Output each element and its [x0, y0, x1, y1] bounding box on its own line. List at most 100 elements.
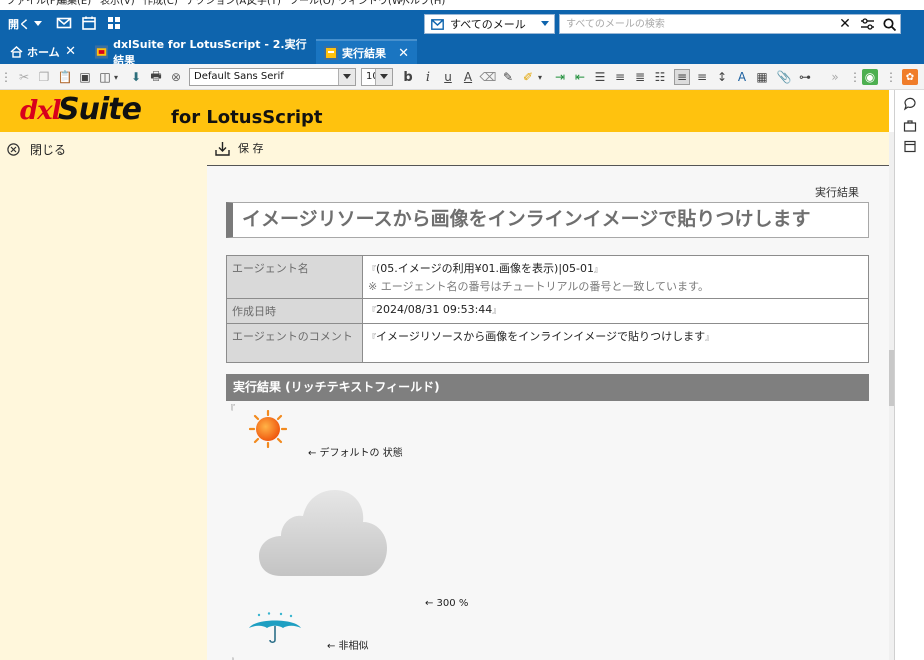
- chevron-down-icon[interactable]: ▾: [536, 69, 544, 85]
- grip-icon: ⋮: [849, 70, 861, 84]
- agent-info-table: エージェント名 『(05.イメージの利用¥01.画像を表示)|05-01』 ※ …: [226, 255, 869, 363]
- new-item-icon[interactable]: ◫: [97, 69, 113, 85]
- app-icon[interactable]: ✿: [902, 69, 918, 85]
- print-icon[interactable]: 🖶: [148, 69, 164, 85]
- link-icon[interactable]: ⊶: [797, 69, 813, 85]
- close-button[interactable]: 閉じる: [7, 141, 66, 158]
- briefcase-icon[interactable]: [903, 119, 917, 133]
- mail-icon[interactable]: [56, 15, 72, 31]
- tab-label: 実行結果: [342, 46, 386, 60]
- agent-name-note: ※ エージェント名の番号はチュートリアルの番号と一致しています。: [368, 280, 709, 293]
- copy-icon[interactable]: ❐: [36, 69, 52, 85]
- sun-image: [249, 410, 287, 448]
- chevron-down-icon: [375, 69, 392, 85]
- document-icon: [324, 45, 338, 60]
- dxlsuite-banner: dxl Suite for LotusScript: [0, 90, 889, 132]
- search-options-icon[interactable]: [856, 15, 878, 33]
- align-center-icon[interactable]: ≣: [632, 69, 648, 85]
- italic-icon[interactable]: i: [420, 69, 436, 85]
- grip-icon: ⋮: [0, 70, 12, 84]
- quote-mark: 『: [368, 265, 376, 274]
- menu-help[interactable]: ヘルプ(H): [400, 0, 445, 8]
- apps-grid-icon[interactable]: [106, 15, 122, 31]
- menu-edit[interactable]: 編集(E): [57, 0, 91, 8]
- document-scrollbar[interactable]: [889, 132, 894, 660]
- quote-mark: 』: [492, 306, 501, 315]
- menu-view[interactable]: 表示(V): [100, 0, 135, 8]
- calendar-icon[interactable]: [903, 139, 917, 153]
- quote-mark: 』: [594, 265, 603, 274]
- paste-special-icon[interactable]: ▣: [77, 69, 93, 85]
- menu-create[interactable]: 作成(C): [143, 0, 178, 8]
- chat-icon[interactable]: [903, 97, 917, 111]
- chevron-down-icon[interactable]: ▾: [112, 69, 120, 85]
- menu-window[interactable]: ウィンドウ(W): [338, 0, 406, 8]
- quote-mark: 『: [368, 333, 376, 342]
- text-style-icon[interactable]: A: [734, 69, 750, 85]
- save-to-icon[interactable]: ⬇: [128, 69, 144, 85]
- search-icon[interactable]: [878, 15, 900, 33]
- numbered-list-icon[interactable]: ≡: [612, 69, 628, 85]
- mail-scope-select[interactable]: すべてのメール: [424, 14, 555, 34]
- more-icon[interactable]: ⋮: [883, 69, 899, 85]
- menu-text[interactable]: 文字(T): [247, 0, 281, 8]
- more-chevron-icon[interactable]: »: [827, 69, 843, 85]
- cut-icon[interactable]: ✂: [16, 69, 32, 85]
- outdent-icon[interactable]: ⇤: [572, 69, 588, 85]
- chevron-down-icon: [541, 21, 549, 26]
- font-select[interactable]: Default Sans Serif: [189, 68, 356, 86]
- row-value: 『2024/08/31 09:53:44』: [362, 298, 869, 324]
- created-date-value: 2024/08/31 09:53:44: [376, 303, 493, 316]
- align-justify-icon[interactable]: ☷: [652, 69, 668, 85]
- close-icon[interactable]: ✕: [65, 44, 76, 59]
- paste-icon[interactable]: 📋: [57, 69, 73, 85]
- close-icon[interactable]: ✕: [398, 46, 409, 61]
- attachment-icon[interactable]: 📎: [776, 69, 792, 85]
- align-right-icon[interactable]: ≡: [694, 69, 710, 85]
- action-pane: 閉じる: [0, 132, 207, 660]
- action-bar: 保 存: [207, 132, 889, 166]
- menu-file[interactable]: ファイル(F): [6, 0, 60, 8]
- caption-300-percent: ← 300 %: [425, 598, 469, 609]
- main-toolbar: 開く すべてのメール ✕: [0, 10, 924, 37]
- scrollbar-thumb[interactable]: [889, 350, 894, 406]
- download-icon: [215, 141, 230, 156]
- pen-icon[interactable]: ✎: [500, 69, 516, 85]
- align-left-icon[interactable]: ≡: [674, 69, 690, 85]
- result-section-header: 実行結果 (リッチテキストフィールド): [226, 374, 869, 401]
- save-button[interactable]: 保 存: [215, 140, 264, 156]
- clear-search-icon[interactable]: ✕: [834, 15, 856, 33]
- stop-icon[interactable]: ⊗: [168, 69, 184, 85]
- highlight-icon[interactable]: ✐: [520, 69, 536, 85]
- tab-result[interactable]: 実行結果 ✕: [316, 39, 417, 64]
- indent-icon[interactable]: ⇥: [552, 69, 568, 85]
- underline-icon[interactable]: u: [440, 69, 456, 85]
- open-menu-button[interactable]: 開く: [8, 15, 42, 32]
- row-label: エージェント名: [226, 255, 363, 299]
- search-input[interactable]: [560, 15, 834, 33]
- menu-action[interactable]: アクション(A): [186, 0, 250, 8]
- tab-dxlsuite[interactable]: dxlSuite for LotusScript - 2.実行結果 ✕: [87, 38, 315, 67]
- database-icon: [95, 44, 109, 59]
- line-spacing-icon[interactable]: ↕: [714, 69, 730, 85]
- tab-home[interactable]: ホーム ✕: [2, 39, 84, 64]
- close-circle-icon: [7, 143, 20, 156]
- status-icon[interactable]: ◉: [862, 69, 878, 85]
- tab-bar: ホーム ✕ dxlSuite for LotusScript - 2.実行結果 …: [0, 37, 924, 67]
- menu-tools[interactable]: ツール(O): [289, 0, 335, 8]
- bullet-list-icon[interactable]: ☰: [592, 69, 608, 85]
- row-label: 作成日時: [226, 298, 363, 324]
- eraser-icon[interactable]: ⌫: [480, 69, 497, 85]
- calendar-icon[interactable]: [81, 15, 97, 31]
- table-icon[interactable]: ▦: [754, 69, 770, 85]
- quote-mark: 『: [368, 306, 376, 315]
- text-color-icon[interactable]: A: [460, 69, 476, 85]
- search-box: ✕: [559, 14, 901, 34]
- document-body: 実行結果 イメージリソースから画像をインラインイメージで貼りつけします エージェ…: [207, 166, 889, 660]
- row-value: 『イメージリソースから画像をインラインイメージで貼りつけします』: [362, 323, 869, 363]
- bold-icon[interactable]: b: [400, 69, 416, 85]
- mail-scope-value: すべてのメール: [450, 18, 526, 31]
- font-size-select[interactable]: 10: [361, 68, 393, 86]
- font-value: Default Sans Serif: [194, 71, 284, 82]
- cloud-image: [259, 490, 387, 576]
